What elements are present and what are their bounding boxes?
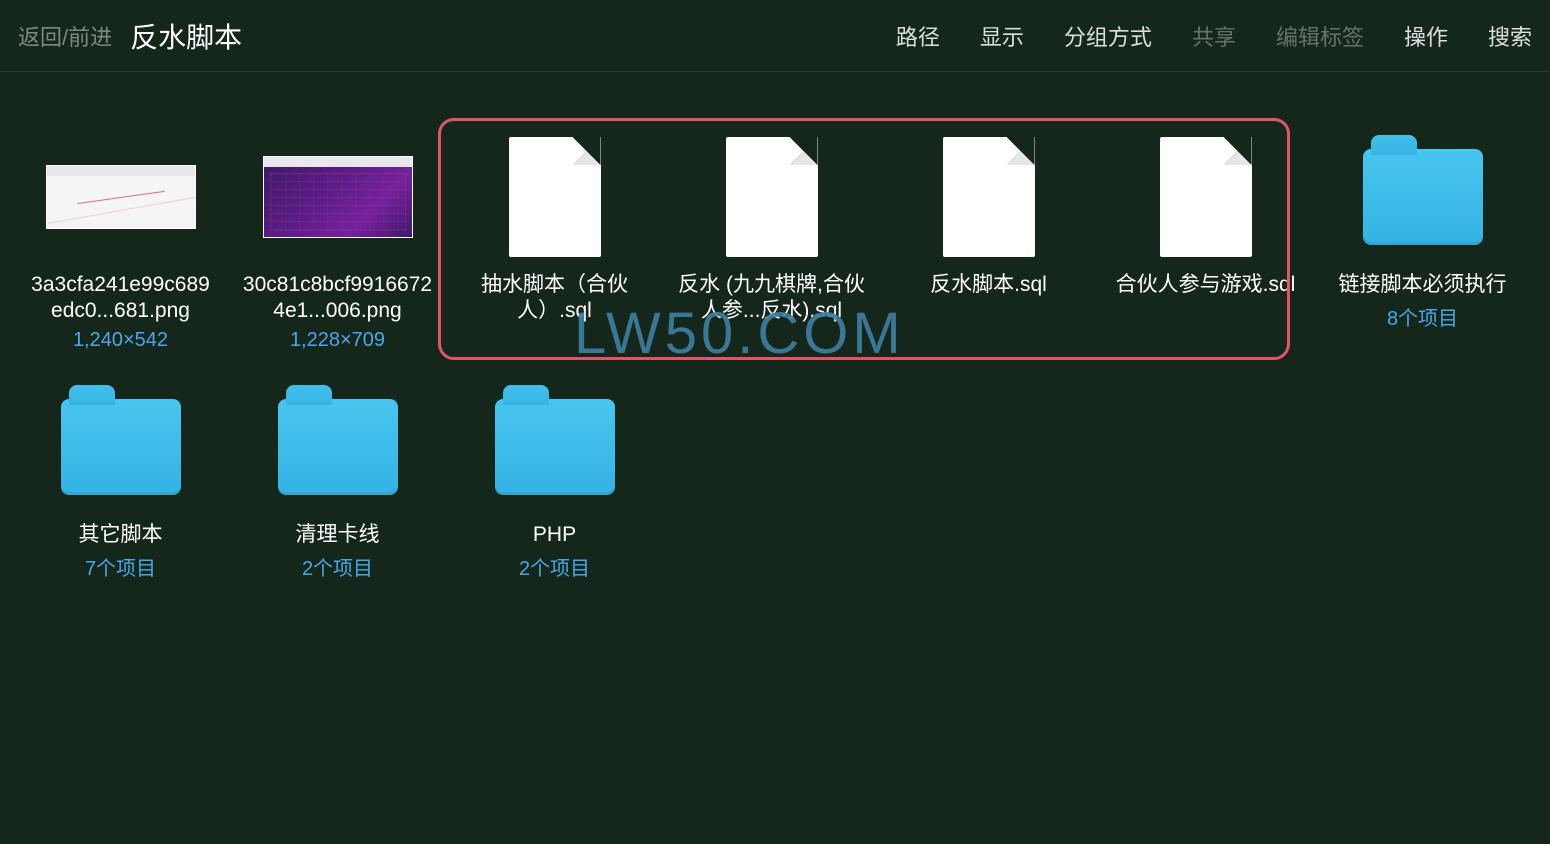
nav-back-forward[interactable]: 返回/前进	[18, 20, 112, 52]
item-name: PHP	[533, 522, 576, 548]
grid-item[interactable]: 清理卡线 2个项目	[229, 382, 446, 632]
folder-icon	[495, 399, 615, 495]
item-meta: 2个项目	[302, 552, 373, 581]
grid-item[interactable]: 抽水脚本（合伙人）.sql	[446, 132, 663, 382]
grid-item[interactable]: 反水 (九九棋牌,合伙人参...反水).sql	[663, 132, 880, 382]
topbar: 返回/前进 反水脚本 路径 显示 分组方式 共享 编辑标签 操作 搜索	[0, 0, 1550, 72]
image-thumbnail-icon	[46, 165, 196, 229]
grid-item[interactable]: 30c81c8bcf99166724e1...006.png 1,228×709	[229, 132, 446, 382]
item-meta: 7个项目	[85, 552, 156, 581]
grid-item[interactable]: 反水脚本.sql	[880, 132, 1097, 382]
document-icon	[1160, 137, 1252, 257]
item-meta: 1,228×709	[290, 329, 385, 352]
item-meta: 1,240×542	[73, 329, 168, 352]
toolbar-display[interactable]: 显示	[980, 20, 1024, 52]
grid-item[interactable]: PHP 2个项目	[446, 382, 663, 632]
file-grid: 3a3cfa241e99c689edc0...681.png1,240×5423…	[0, 72, 1550, 632]
toolbar-edit-tags[interactable]: 编辑标签	[1276, 20, 1364, 52]
item-name: 反水脚本.sql	[930, 272, 1047, 298]
item-name: 30c81c8bcf99166724e1...006.png	[243, 272, 433, 325]
toolbar-share[interactable]: 共享	[1192, 20, 1236, 52]
document-icon	[726, 137, 818, 257]
item-name: 合伙人参与游戏.sql	[1116, 272, 1296, 298]
item-name: 反水 (九九棋牌,合伙人参...反水).sql	[677, 272, 867, 325]
page-title: 反水脚本	[130, 16, 242, 56]
folder-icon	[61, 399, 181, 495]
folder-icon	[278, 399, 398, 495]
topbar-right: 路径 显示 分组方式 共享 编辑标签 操作 搜索	[896, 20, 1550, 52]
toolbar-search[interactable]: 搜索	[1488, 20, 1532, 52]
grid-item[interactable]: 合伙人参与游戏.sql	[1097, 132, 1314, 382]
item-meta: 2个项目	[519, 552, 590, 581]
document-icon	[943, 137, 1035, 257]
toolbar-action[interactable]: 操作	[1404, 20, 1448, 52]
item-meta: 8个项目	[1387, 302, 1458, 331]
folder-icon	[1363, 149, 1483, 245]
grid-item[interactable]: 链接脚本必须执行 8个项目	[1314, 132, 1531, 382]
document-icon	[509, 137, 601, 257]
item-name: 抽水脚本（合伙人）.sql	[460, 272, 650, 325]
toolbar-path[interactable]: 路径	[896, 20, 940, 52]
image-thumbnail-icon	[263, 156, 413, 238]
item-name: 清理卡线	[296, 522, 380, 548]
item-name: 其它脚本	[79, 522, 163, 548]
item-name: 链接脚本必须执行	[1339, 272, 1507, 298]
item-name: 3a3cfa241e99c689edc0...681.png	[26, 272, 216, 325]
grid-item[interactable]: 3a3cfa241e99c689edc0...681.png 1,240×542	[12, 132, 229, 382]
toolbar-group[interactable]: 分组方式	[1064, 20, 1152, 52]
grid-item[interactable]: 其它脚本 7个项目	[12, 382, 229, 632]
topbar-left: 返回/前进 反水脚本	[18, 16, 242, 56]
